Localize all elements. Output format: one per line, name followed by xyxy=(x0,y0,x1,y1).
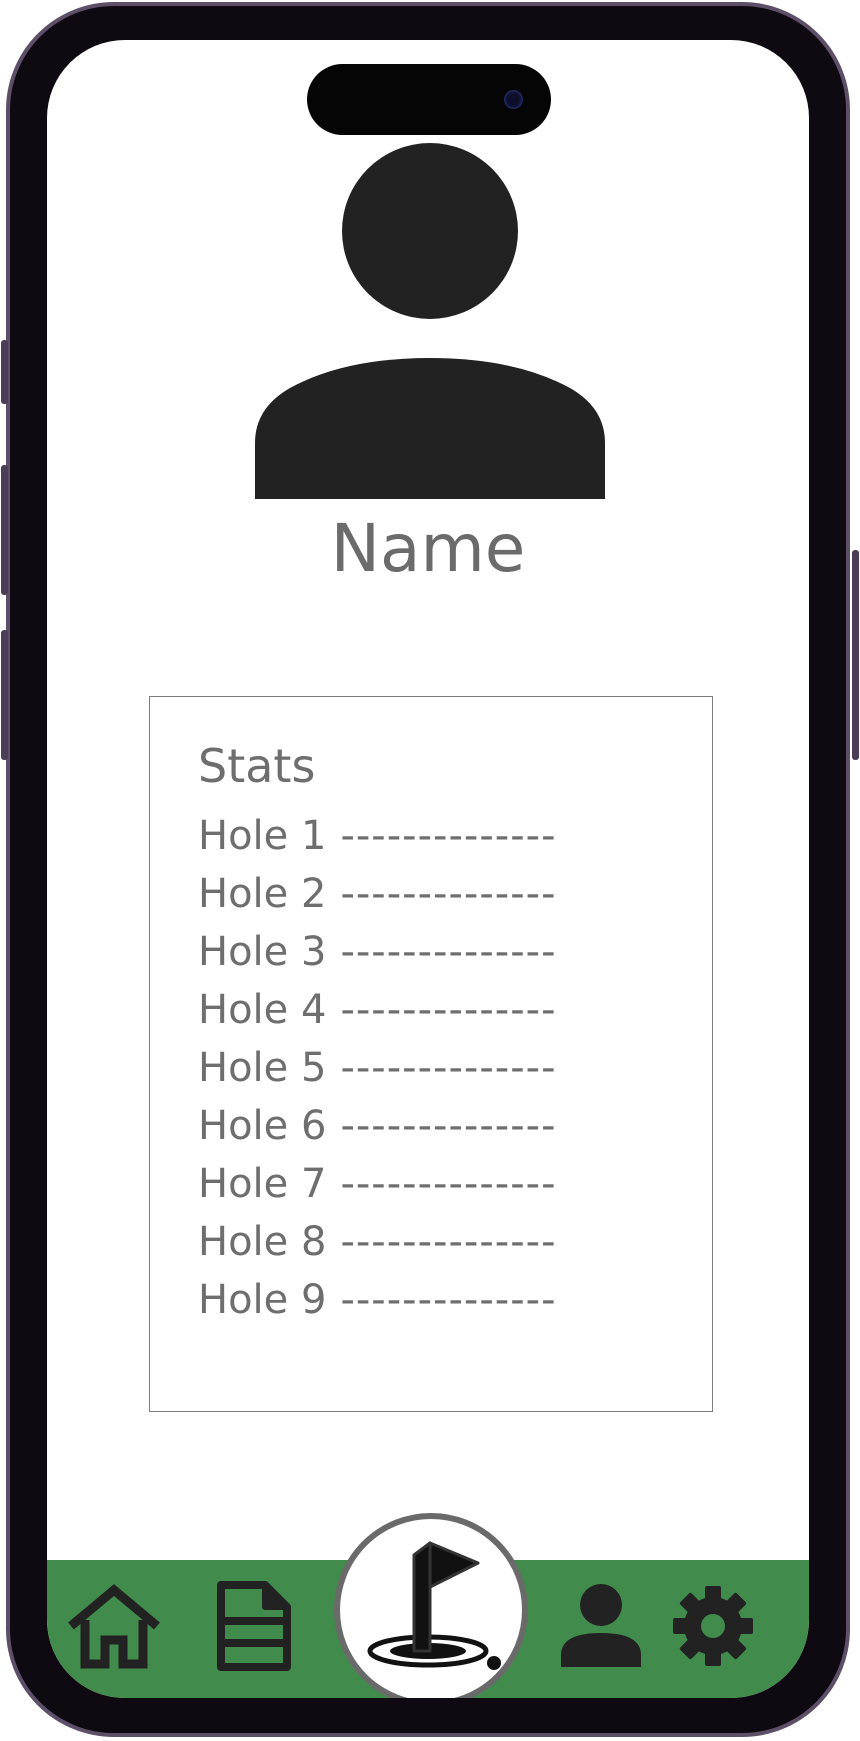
app-screen: Name Stats Hole 1 -------------- Hole 2 --… xyxy=(47,40,809,1698)
hole-label: Hole 8 xyxy=(198,1219,327,1265)
hole-label: Hole 7 xyxy=(198,1161,327,1207)
hole-row: Hole 2 -------------- xyxy=(198,865,557,923)
hole-row: Hole 3 -------------- xyxy=(198,923,557,981)
hole-label: Hole 9 xyxy=(198,1277,327,1323)
hole-label: Hole 2 xyxy=(198,871,327,917)
hole-value: -------------- xyxy=(340,813,557,859)
hole-value: -------------- xyxy=(340,1103,557,1149)
user-icon[interactable] xyxy=(559,1583,643,1667)
golf-flag-icon xyxy=(367,1541,501,1670)
profile-name: Name xyxy=(330,510,526,587)
stats-title: Stats xyxy=(198,739,316,793)
power-button xyxy=(852,550,859,760)
hole-row: Hole 6 -------------- xyxy=(198,1097,557,1155)
hole-row: Hole 5 -------------- xyxy=(198,1039,557,1097)
front-camera xyxy=(504,90,523,109)
action-button xyxy=(1,340,8,404)
hole-row: Hole 9 -------------- xyxy=(198,1271,557,1329)
hole-value: -------------- xyxy=(340,929,557,975)
hole-list: Hole 1 -------------- Hole 2 -------------… xyxy=(198,807,557,1329)
hole-row: Hole 1 -------------- xyxy=(198,807,557,865)
hole-label: Hole 6 xyxy=(198,1103,327,1149)
hole-value: -------------- xyxy=(340,1045,557,1091)
hole-row: Hole 4 -------------- xyxy=(198,981,557,1039)
home-icon[interactable] xyxy=(65,1584,163,1670)
hole-value: -------------- xyxy=(340,1161,557,1207)
hole-label: Hole 1 xyxy=(198,813,327,859)
volume-down-button xyxy=(1,630,8,760)
hole-value: -------------- xyxy=(340,871,557,917)
hole-label: Hole 5 xyxy=(198,1045,327,1091)
volume-up-button xyxy=(1,465,8,595)
document-icon[interactable] xyxy=(215,1579,293,1673)
gear-icon[interactable] xyxy=(671,1584,755,1668)
hole-label: Hole 4 xyxy=(198,987,327,1033)
hole-value: -------------- xyxy=(340,1219,557,1265)
hole-row: Hole 7 -------------- xyxy=(198,1155,557,1213)
profile-avatar-icon xyxy=(255,143,605,499)
stats-card: Stats Hole 1 -------------- Hole 2 -------… xyxy=(149,696,713,1412)
hole-row: Hole 8 -------------- xyxy=(198,1213,557,1271)
hole-value: -------------- xyxy=(340,987,557,1033)
dynamic-island xyxy=(307,64,551,135)
hole-label: Hole 3 xyxy=(198,929,327,975)
golf-flag-button[interactable] xyxy=(334,1513,528,1698)
hole-value: -------------- xyxy=(340,1277,557,1323)
